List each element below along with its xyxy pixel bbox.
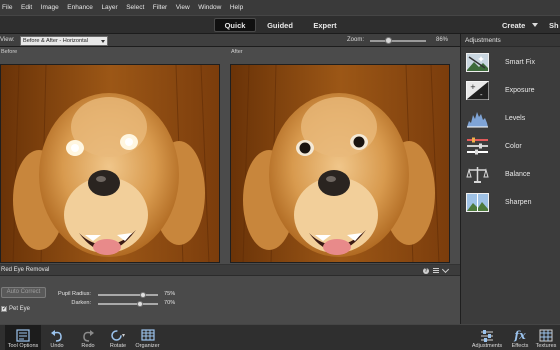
menu-image[interactable]: Image — [41, 4, 59, 11]
menu-file[interactable]: File — [2, 4, 12, 11]
textures-tab-button[interactable]: Textures — [534, 325, 558, 350]
menu-edit[interactable]: Edit — [21, 4, 32, 11]
undo-label: Undo — [50, 343, 64, 349]
zoom-value: 86% — [436, 37, 449, 43]
adjustment-label: Smart Fix — [505, 59, 535, 66]
view-bar: View: Before & After - Horizontal Zoom: … — [0, 34, 460, 47]
menu-view[interactable]: View — [176, 4, 190, 11]
darken-thumb[interactable] — [137, 300, 143, 307]
help-icon[interactable]: ? — [423, 267, 429, 274]
pupil-radius-slider[interactable] — [98, 291, 158, 298]
menu-help[interactable]: Help — [230, 4, 243, 11]
pupil-radius-thumb[interactable] — [140, 291, 146, 298]
chevron-down-icon — [101, 39, 105, 43]
color-icon — [467, 137, 488, 155]
collapse-chevron-icon[interactable] — [441, 265, 450, 273]
adjustment-sharpen[interactable]: Sharpen — [461, 189, 560, 217]
textures-label: Textures — [535, 343, 557, 349]
menu-select[interactable]: Select — [126, 4, 144, 11]
effects-tab-button[interactable]: fx Effects — [509, 325, 531, 350]
effects-fx-icon: fx — [514, 328, 526, 342]
tool-options-icon — [15, 328, 31, 342]
textures-icon — [538, 328, 554, 342]
smart-fix-icon — [466, 53, 489, 72]
mode-bar: Quick Guided Expert Create Sh — [0, 15, 560, 34]
menu-bar: File Edit Image Enhance Layer Select Fil… — [0, 0, 560, 15]
after-photo[interactable] — [230, 64, 450, 263]
auto-correct-button[interactable]: Auto Correct — [1, 287, 46, 298]
tool-options-button[interactable]: Tool Options — [5, 325, 41, 350]
bottom-taskbar: Tool Options Undo Redo Rotate Organizer … — [0, 324, 560, 350]
adjustment-color[interactable]: Color — [461, 133, 560, 161]
darken-slider[interactable] — [98, 300, 158, 307]
tab-expert[interactable]: Expert — [304, 18, 346, 32]
view-select[interactable]: Before & After - Horizontal — [20, 35, 108, 46]
adjustments-panel: Adjustments Smart Fix + - Exposure Level… — [460, 34, 560, 324]
menu-window[interactable]: Window — [198, 4, 221, 11]
tool-options-header: Red Eye Removal ? — [0, 265, 460, 276]
adjustment-exposure[interactable]: + - Exposure — [461, 77, 560, 105]
dog-photo-after — [231, 65, 449, 262]
organizer-label: Organizer — [135, 343, 160, 349]
before-label: Before — [1, 49, 18, 55]
zoom-slider[interactable] — [370, 37, 426, 44]
adjustment-label: Balance — [505, 171, 531, 178]
darken-value: 70% — [164, 300, 176, 306]
panel-menu-icon[interactable] — [433, 268, 439, 274]
adjustment-label: Sharpen — [505, 199, 532, 206]
tool-options-panel: Red Eye Removal ? Auto Correct ✓ Pet Eye… — [0, 264, 460, 324]
adjustment-label: Levels — [505, 115, 526, 122]
menu-layer[interactable]: Layer — [101, 4, 117, 11]
before-photo[interactable] — [0, 64, 220, 263]
adjustments-header: Adjustments — [461, 34, 560, 47]
dog-photo-before — [1, 65, 219, 262]
adjustment-label: Exposure — [505, 87, 535, 94]
redo-icon — [80, 328, 96, 342]
create-menu-button[interactable]: Create — [502, 21, 525, 30]
share-menu-button[interactable]: Sh — [549, 21, 559, 30]
view-label: View: — [0, 37, 15, 43]
adjustment-levels[interactable]: Levels — [461, 105, 560, 133]
image-canvas-area: Before After — [0, 47, 460, 264]
organizer-icon — [140, 328, 156, 342]
rotate-button[interactable]: Rotate — [106, 325, 130, 350]
exposure-icon: + - — [466, 81, 489, 100]
rotate-icon — [110, 328, 126, 342]
after-label: After — [231, 49, 243, 55]
zoom-slider-thumb[interactable] — [384, 37, 392, 44]
undo-button[interactable]: Undo — [47, 325, 67, 350]
tab-guided[interactable]: Guided — [258, 18, 302, 32]
darken-label: Darken: — [71, 300, 91, 306]
redo-button[interactable]: Redo — [77, 325, 99, 350]
effects-label: Effects — [511, 343, 529, 349]
pet-eye-checkbox[interactable]: ✓ — [1, 306, 7, 312]
tool-options-icons: ? — [423, 265, 450, 274]
pupil-radius-value: 75% — [164, 291, 176, 297]
adjustment-balance[interactable]: Balance — [461, 161, 560, 189]
tool-title: Red Eye Removal — [1, 267, 50, 273]
adjustment-label: Color — [505, 143, 522, 150]
pupil-radius-label: Pupil Radius: — [58, 291, 91, 297]
menu-enhance[interactable]: Enhance — [67, 4, 93, 11]
pet-eye-label: Pet Eye — [9, 306, 31, 312]
organizer-button[interactable]: Organizer — [134, 325, 161, 350]
chevron-down-icon — [532, 23, 538, 27]
undo-icon — [49, 328, 65, 342]
view-select-value: Before & After - Horizontal — [23, 37, 88, 44]
adjustments-tab-button[interactable]: Adjustments — [469, 325, 505, 350]
redo-label: Redo — [81, 343, 95, 349]
rotate-label: Rotate — [109, 343, 127, 349]
zoom-label: Zoom: — [347, 37, 365, 43]
balance-icon — [466, 167, 489, 183]
adjustments-icon — [479, 328, 495, 342]
levels-icon — [467, 112, 488, 128]
adjustment-smart-fix[interactable]: Smart Fix — [461, 49, 560, 77]
tab-quick[interactable]: Quick — [214, 18, 256, 32]
tool-options-label: Tool Options — [7, 343, 39, 349]
svg-text:+: + — [470, 83, 476, 91]
adjustments-label: Adjustments — [471, 343, 503, 349]
menu-filter[interactable]: Filter — [153, 4, 167, 11]
sharpen-icon — [466, 193, 489, 212]
adjustments-title: Adjustments — [465, 37, 501, 44]
